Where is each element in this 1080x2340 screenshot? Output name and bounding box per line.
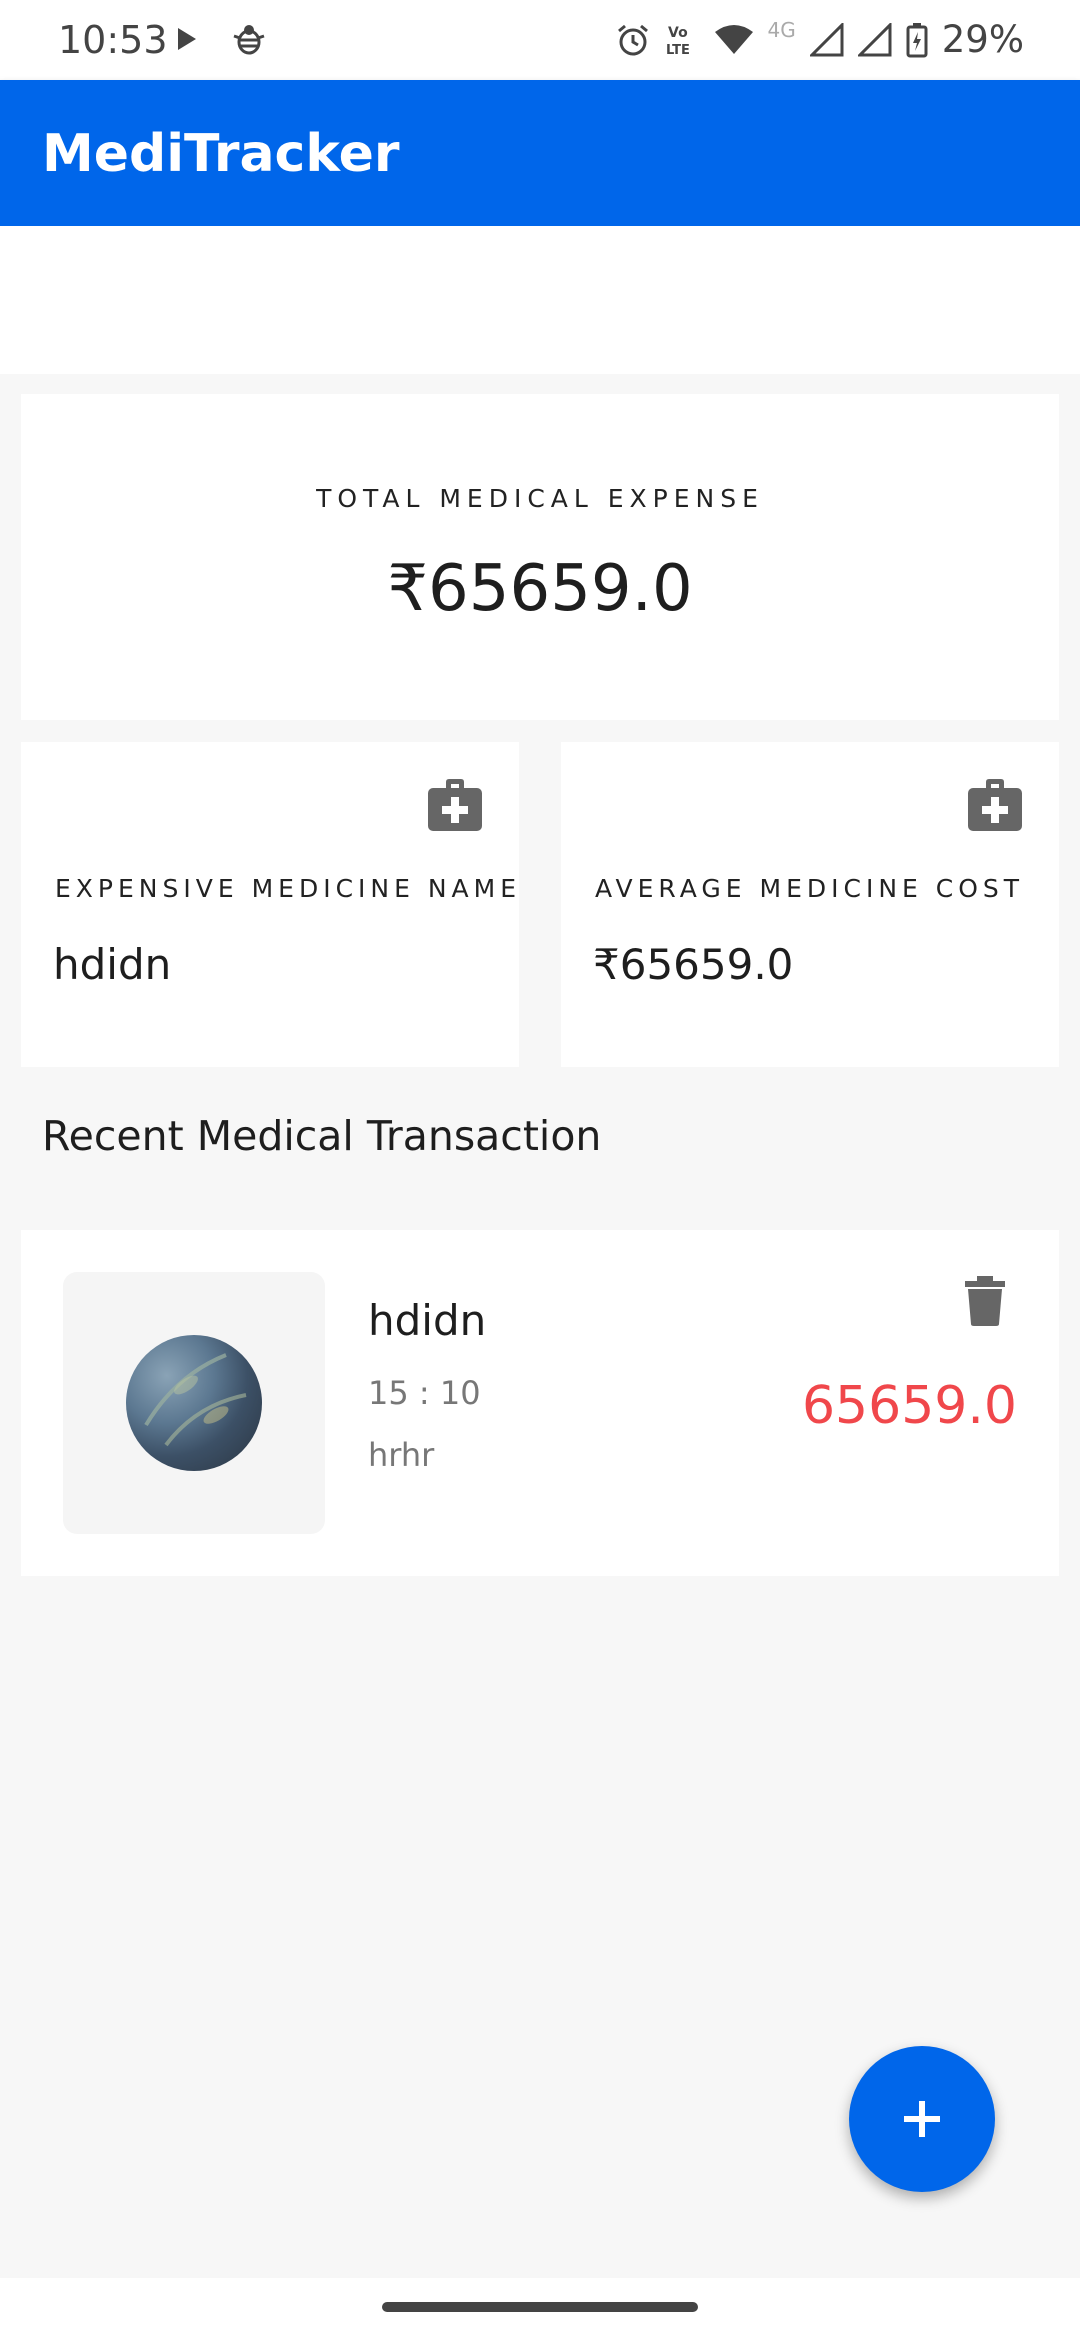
play-icon	[178, 28, 196, 50]
battery-charging-icon	[906, 22, 928, 57]
header-spacer	[0, 226, 1080, 374]
home-indicator[interactable]	[382, 2302, 698, 2312]
transaction-image-box	[63, 1272, 325, 1534]
status-time: 10:53	[58, 18, 168, 62]
volte-top-label: Vo	[668, 25, 688, 41]
leaf-pattern-icon	[144, 1353, 247, 1447]
delete-icon[interactable]	[965, 1276, 1005, 1326]
network-type: 4G	[767, 17, 796, 42]
battery-percentage: 29%	[941, 18, 1024, 61]
transaction-time: 15 : 10	[368, 1374, 481, 1412]
average-cost-card: AVERAGE MEDICINE COST ₹65659.0	[561, 742, 1059, 1067]
wifi-icon	[714, 24, 753, 54]
status-right-icons: Vo LTE 4G 29%	[616, 18, 1024, 61]
total-expense-value: ₹65659.0	[387, 552, 693, 626]
app-bar: MediTracker	[0, 80, 1080, 226]
medical-kit-icon	[968, 779, 1022, 831]
expensive-medicine-value: hdidn	[53, 940, 172, 989]
recent-transactions-title: Recent Medical Transaction	[42, 1112, 602, 1160]
status-bar: 10:53 Vo LTE 4G 29%	[0, 0, 1080, 80]
expensive-medicine-card: EXPENSIVE MEDICINE NAME hdidn	[21, 742, 519, 1067]
expensive-medicine-label: EXPENSIVE MEDICINE NAME	[55, 874, 522, 903]
app-title: MediTracker	[42, 124, 400, 184]
total-expense-card: TOTAL MEDICAL EXPENSE ₹65659.0	[21, 394, 1059, 720]
signal-icon	[857, 22, 892, 56]
transaction-card[interactable]: hdidn 15 : 10 hrhr 65659.0	[21, 1230, 1059, 1576]
average-cost-label: AVERAGE MEDICINE COST	[595, 874, 1025, 903]
transaction-photo	[126, 1335, 262, 1471]
average-cost-value: ₹65659.0	[593, 940, 794, 989]
transaction-note: hrhr	[368, 1436, 435, 1474]
medical-kit-icon	[428, 779, 482, 831]
transaction-amount: 65659.0	[801, 1376, 1017, 1436]
alarm-icon	[617, 24, 648, 55]
volte-bottom-label: LTE	[666, 43, 690, 58]
bug-icon	[233, 25, 265, 55]
signal-icon	[809, 22, 844, 56]
plus-icon	[904, 2101, 940, 2137]
total-expense-label: TOTAL MEDICAL EXPENSE	[316, 484, 764, 513]
status-left-icons	[176, 22, 266, 56]
transaction-name: hdidn	[368, 1296, 487, 1345]
volte-icon: Vo LTE	[666, 25, 690, 58]
add-transaction-button[interactable]	[849, 2046, 995, 2192]
